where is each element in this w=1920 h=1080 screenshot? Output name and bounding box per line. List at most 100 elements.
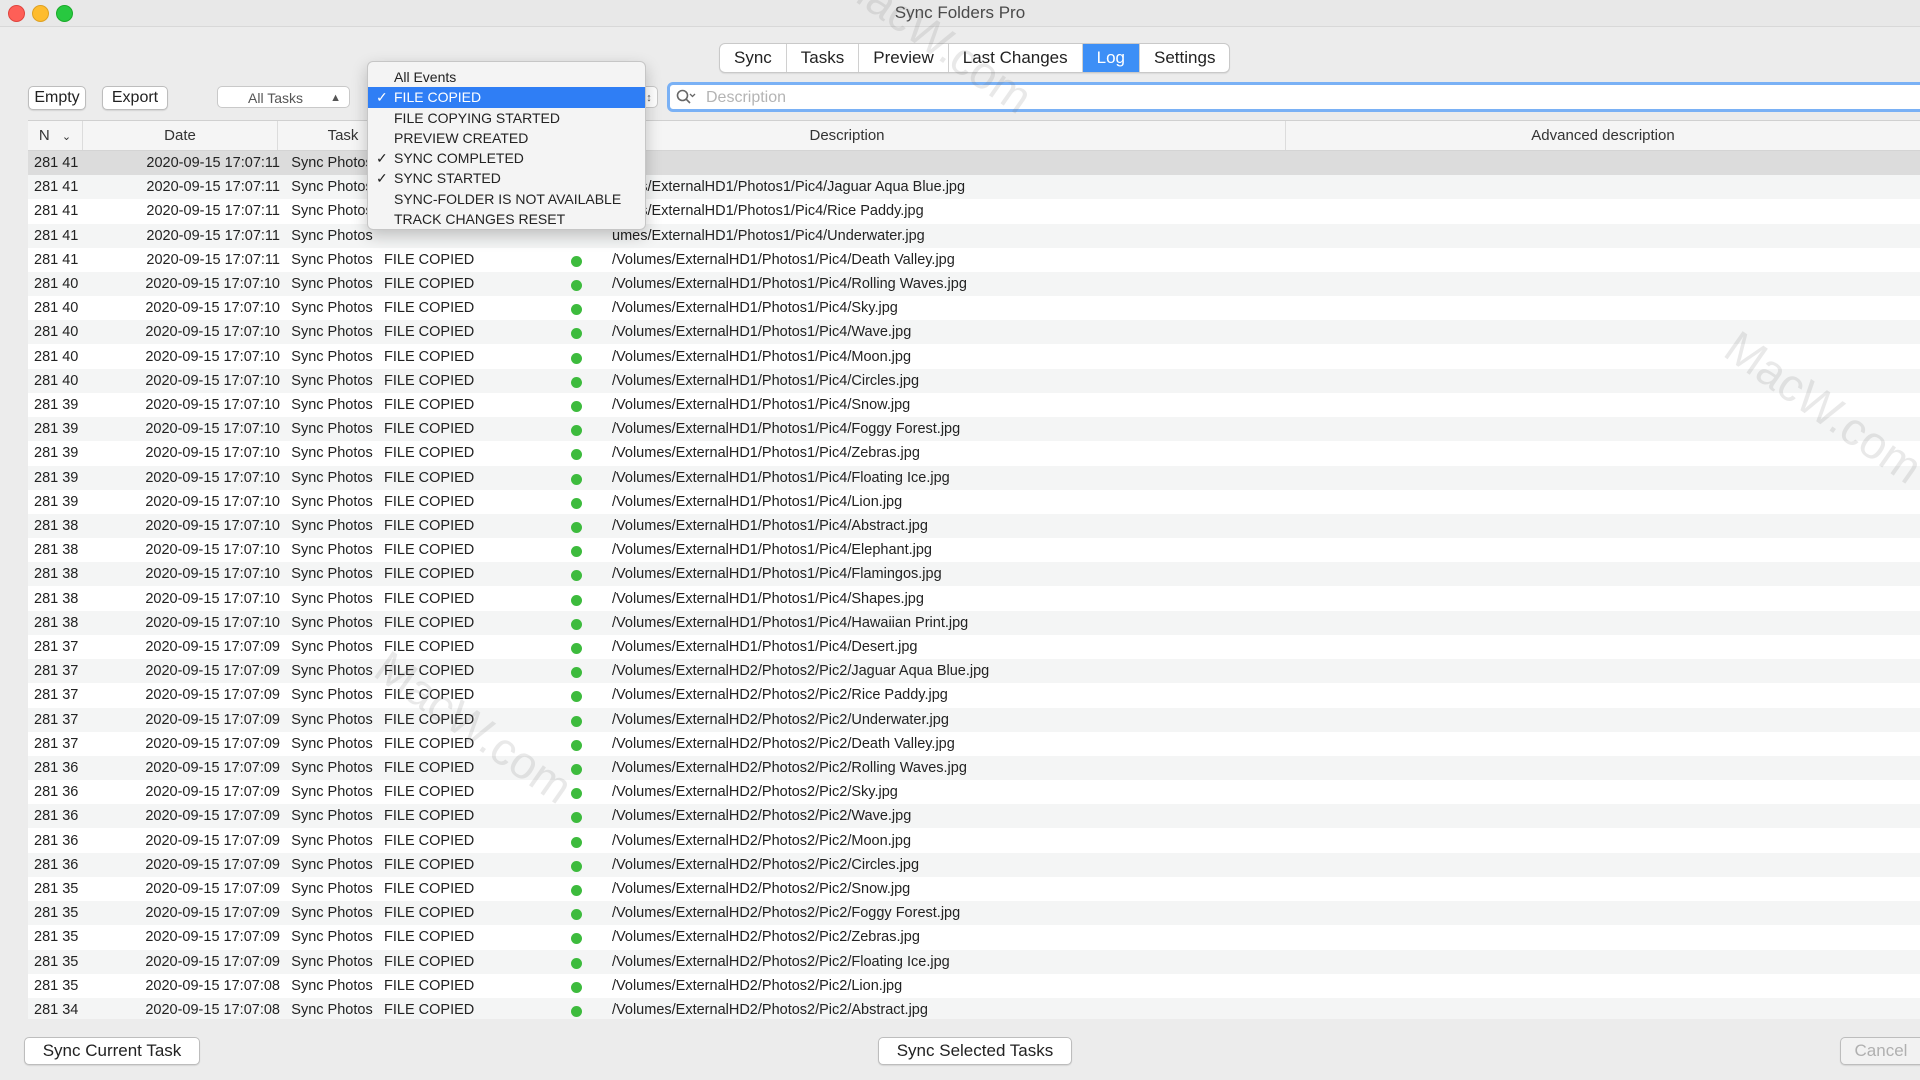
table-row[interactable]: 281 40 2020-09-15 17:07:10 Sync Photos FILE… xyxy=(28,345,1920,369)
table-row[interactable]: 281 37 2020-09-15 17:07:09 Sync Photos FILE… xyxy=(28,659,1920,684)
row-event: FILE COPIED xyxy=(384,663,475,680)
tab-settings[interactable]: Settings xyxy=(1140,44,1229,72)
status-dot-icon xyxy=(571,998,591,1019)
column-date-header[interactable]: Date xyxy=(83,121,278,150)
cancel-button[interactable]: Cancel xyxy=(1840,1037,1920,1065)
table-row[interactable]: 281 37 2020-09-15 17:07:09 Sync Photos FILE… xyxy=(28,732,1920,756)
menu-item[interactable]: All Events xyxy=(368,67,645,87)
menu-item[interactable]: SYNC-FOLDER IS NOT AVAILABLE xyxy=(368,189,645,209)
table-row[interactable]: 281 40 2020-09-15 17:07:10 Sync Photos FILE… xyxy=(28,320,1920,345)
row-description: /Volumes/ExternalHD2/Photos2/Pic2/Moon.j… xyxy=(612,832,912,849)
menu-item[interactable]: PREVIEW CREATED xyxy=(368,128,645,148)
menu-item[interactable]: ✓ SYNC STARTED xyxy=(368,168,645,188)
row-date: 2020-09-15 17:07:09 xyxy=(145,735,280,752)
menu-item[interactable]: FILE COPYING STARTED xyxy=(368,108,645,128)
row-date: 2020-09-15 17:07:09 xyxy=(145,832,280,849)
tab-last-changes[interactable]: Last Changes xyxy=(949,44,1083,72)
menu-item[interactable]: TRACK CHANGES RESET xyxy=(368,209,645,229)
table-row[interactable]: 281 38 2020-09-15 17:07:10 Sync Photos FILE… xyxy=(28,562,1920,587)
row-number: 281 40 xyxy=(34,348,78,365)
table-row[interactable]: 281 41 2020-09-15 17:07:11 Sync Photos FILE… xyxy=(28,248,1920,272)
row-task: Sync Photos xyxy=(291,421,373,438)
table-row[interactable]: 281 36 2020-09-15 17:07:09 Sync Photos FILE… xyxy=(28,780,1920,804)
table-row[interactable]: 281 37 2020-09-15 17:07:09 Sync Photos FILE… xyxy=(28,683,1920,707)
row-task: Sync Photos xyxy=(291,348,373,365)
table-row[interactable]: 281 39 2020-09-15 17:07:10 Sync Photos FILE… xyxy=(28,393,1920,417)
table-row[interactable]: 281 40 2020-09-15 17:07:10 Sync Photos FILE… xyxy=(28,296,1920,320)
table-row[interactable]: 281 35 2020-09-15 17:07:09 Sync Photos FILE… xyxy=(28,949,1920,974)
table-row[interactable]: 281 37 2020-09-15 17:07:09 Sync Photos FILE… xyxy=(28,707,1920,732)
column-advanced-header[interactable]: Advanced description xyxy=(1286,121,1920,150)
row-task: Sync Photos xyxy=(291,784,373,801)
row-task: Sync Photos xyxy=(291,300,373,317)
table-row[interactable]: 281 39 2020-09-15 17:07:10 Sync Photos FILE… xyxy=(28,441,1920,465)
table-row[interactable]: 281 38 2020-09-15 17:07:10 Sync Photos FILE… xyxy=(28,538,1920,562)
tab-tasks[interactable]: Tasks xyxy=(787,44,860,72)
tab-log[interactable]: Log xyxy=(1082,44,1141,72)
table-row[interactable]: 281 40 2020-09-15 17:07:10 Sync Photos FILE… xyxy=(28,368,1920,393)
row-description: /Volumes/ExternalHD1/Photos1/Pic4/Zebras… xyxy=(612,445,920,462)
row-number: 281 37 xyxy=(34,735,78,752)
row-date: 2020-09-15 17:07:09 xyxy=(145,953,280,970)
status-dot-icon xyxy=(571,925,591,949)
menu-item[interactable]: ✓ SYNC COMPLETED xyxy=(368,148,645,168)
table-row[interactable]: 281 35 2020-09-15 17:07:09 Sync Photos FILE… xyxy=(28,925,1920,949)
table-row[interactable]: 281 38 2020-09-15 17:07:10 Sync Photos FILE… xyxy=(28,587,1920,611)
search-input[interactable] xyxy=(704,87,1908,109)
row-number: 281 39 xyxy=(34,421,78,438)
row-number: 281 35 xyxy=(34,929,78,946)
table-row[interactable]: 281 39 2020-09-15 17:07:10 Sync Photos FILE… xyxy=(28,417,1920,442)
table-row[interactable]: 281 34 2020-09-15 17:07:08 Sync Photos FILE… xyxy=(28,998,1920,1019)
table-row[interactable]: 281 35 2020-09-15 17:07:09 Sync Photos FILE… xyxy=(28,877,1920,901)
table-row[interactable]: 281 35 2020-09-15 17:07:09 Sync Photos FILE… xyxy=(28,901,1920,926)
checkmark-icon: ✓ xyxy=(376,170,388,187)
row-event: FILE COPIED xyxy=(384,348,475,365)
row-date: 2020-09-15 17:07:11 xyxy=(146,155,280,171)
tab-preview[interactable]: Preview xyxy=(859,44,949,72)
table-row[interactable]: 281 39 2020-09-15 17:07:10 Sync Photos FILE… xyxy=(28,465,1920,490)
table-row[interactable]: 281 39 2020-09-15 17:07:10 Sync Photos FILE… xyxy=(28,490,1920,514)
sync-current-task-button[interactable]: Sync Current Task xyxy=(24,1037,200,1065)
table-row[interactable]: 281 37 2020-09-15 17:07:09 Sync Photos FILE… xyxy=(28,635,1920,659)
table-row[interactable]: 281 41 2020-09-15 17:07:11 Sync Photos umes… xyxy=(28,175,1920,200)
menu-item[interactable]: ✓ FILE COPIED xyxy=(368,87,645,108)
export-button[interactable]: Export xyxy=(102,86,168,110)
row-number: 281 36 xyxy=(34,784,78,801)
row-event: FILE COPIED xyxy=(384,251,475,268)
table-row[interactable]: 281 41 2020-09-15 17:07:11 Sync Photos umes… xyxy=(28,199,1920,223)
sync-selected-tasks-button[interactable]: Sync Selected Tasks xyxy=(878,1037,1072,1065)
row-event: FILE COPIED xyxy=(384,445,475,462)
checkmark-icon: ✓ xyxy=(376,89,388,106)
table-row[interactable]: 281 38 2020-09-15 17:07:10 Sync Photos FILE… xyxy=(28,610,1920,635)
row-description: /Volumes/ExternalHD2/Photos2/Pic2/Rice P… xyxy=(612,687,948,704)
table-row[interactable]: 281 36 2020-09-15 17:07:09 Sync Photos FILE… xyxy=(28,756,1920,780)
row-description: /Volumes/ExternalHD2/Photos2/Pic2/Wave.j… xyxy=(612,808,912,825)
status-dot-icon xyxy=(571,683,591,707)
column-n-header[interactable]: N ⌄ xyxy=(28,121,83,150)
table-row[interactable]: 281 35 2020-09-15 17:07:08 Sync Photos FILE… xyxy=(28,974,1920,998)
table-row[interactable]: 281 36 2020-09-15 17:07:09 Sync Photos FILE… xyxy=(28,829,1920,853)
table-row[interactable]: 281 38 2020-09-15 17:07:10 Sync Photos FILE… xyxy=(28,514,1920,538)
tab-sync[interactable]: Sync xyxy=(720,44,787,72)
table-row[interactable]: 281 36 2020-09-15 17:07:09 Sync Photos FILE… xyxy=(28,852,1920,877)
updown-chevron-icon: ▲ xyxy=(330,92,341,104)
status-dot-icon xyxy=(571,635,591,659)
status-dot-icon xyxy=(571,853,591,877)
status-dot-icon xyxy=(571,248,591,272)
table-row[interactable]: 281 36 2020-09-15 17:07:09 Sync Photos FILE… xyxy=(28,804,1920,829)
table-row[interactable]: 281 41 2020-09-15 17:07:11 Sync Photos xyxy=(28,151,1920,175)
table-row[interactable]: 281 41 2020-09-15 17:07:11 Sync Photos umes… xyxy=(28,223,1920,248)
search-field[interactable] xyxy=(667,82,1920,112)
status-dot-icon xyxy=(571,901,591,925)
row-description: /Volumes/ExternalHD2/Photos2/Pic2/Lion.j… xyxy=(612,977,903,994)
row-task: Sync Photos xyxy=(291,469,373,486)
status-dot-icon xyxy=(571,708,591,732)
row-date: 2020-09-15 17:07:09 xyxy=(145,687,280,704)
row-event: FILE COPIED xyxy=(384,735,475,752)
row-task: Sync Photos xyxy=(291,856,373,873)
log-table: N ⌄ Date Task Description Advanced descr… xyxy=(28,120,1920,1019)
task-filter-select[interactable]: All Tasks ▲ xyxy=(217,86,350,108)
table-row[interactable]: 281 40 2020-09-15 17:07:10 Sync Photos FILE… xyxy=(28,272,1920,296)
row-task: Sync Photos xyxy=(291,1002,373,1018)
empty-button[interactable]: Empty xyxy=(28,86,86,110)
